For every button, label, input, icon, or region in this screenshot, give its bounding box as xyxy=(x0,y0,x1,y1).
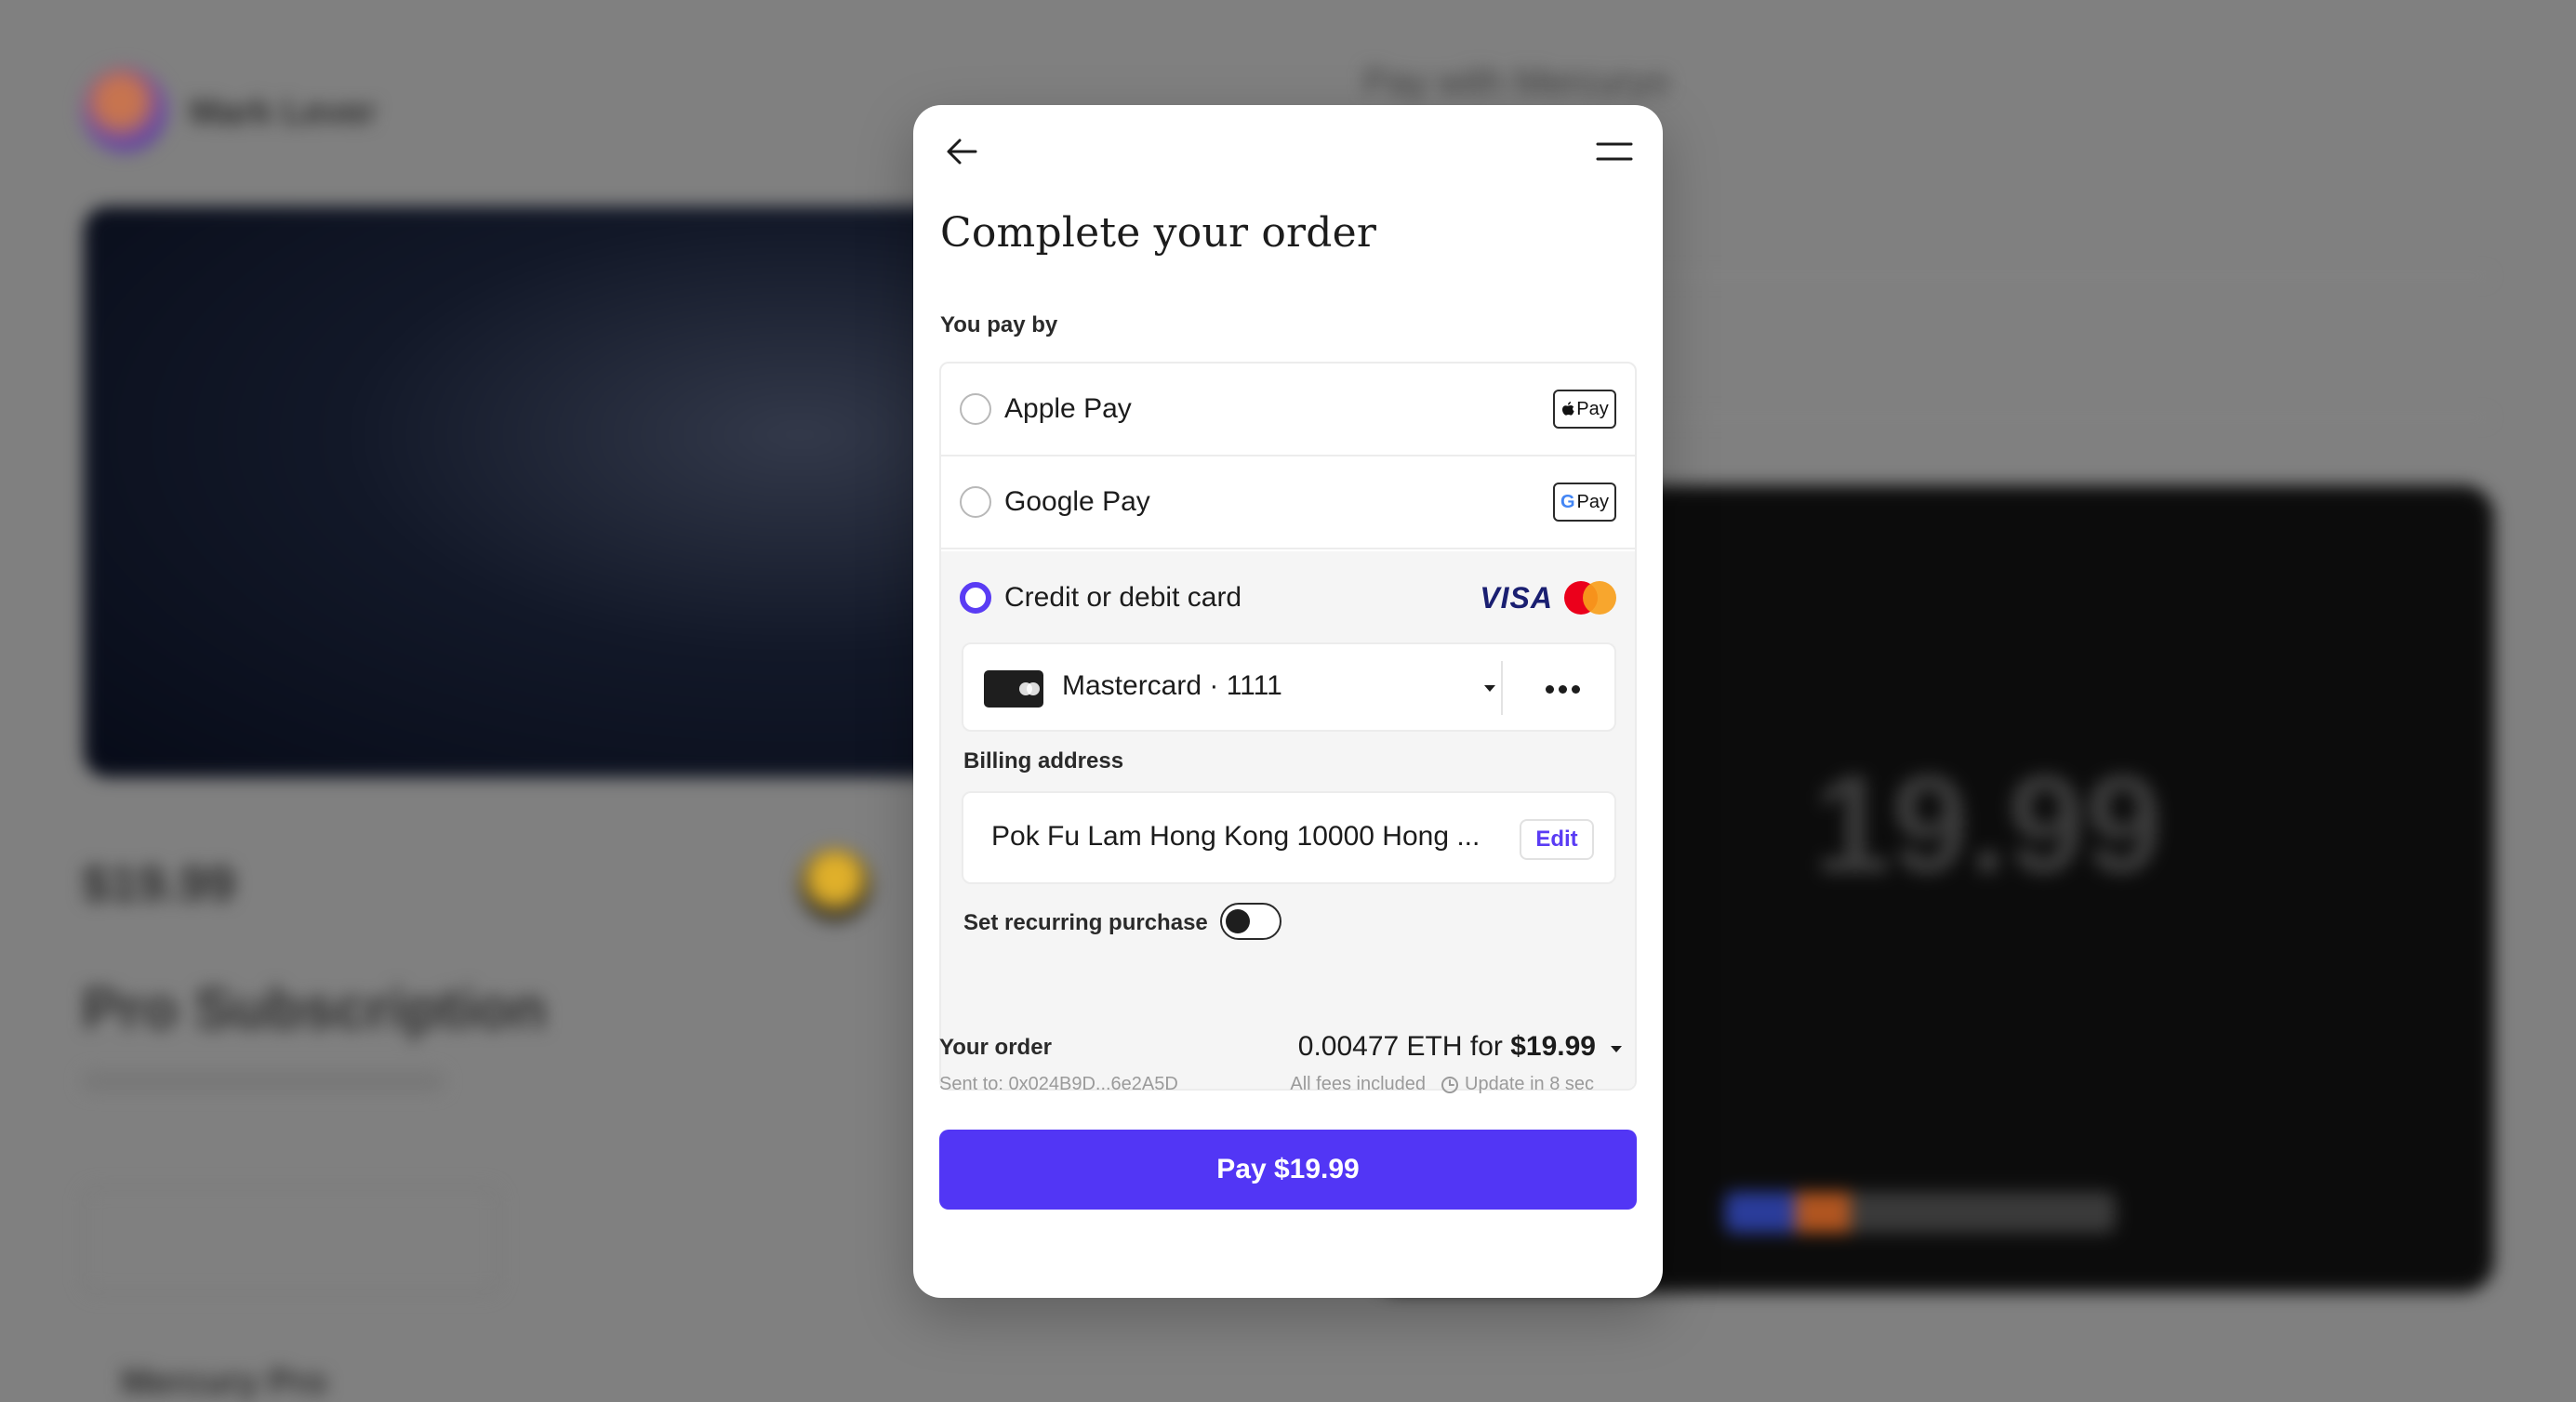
pay-by-label: You pay by xyxy=(940,312,1058,337)
apple-icon xyxy=(1562,402,1574,416)
apple-pay-badge: Pay xyxy=(1553,390,1616,429)
hamburger-icon xyxy=(1596,142,1633,161)
card-section: Credit or debit card VISA Mastercard · 1… xyxy=(941,551,1635,1089)
order-details-toggle[interactable] xyxy=(1603,1037,1629,1063)
saved-card-name: Mastercard · 1111 xyxy=(1062,670,1282,701)
edit-billing-button[interactable]: Edit xyxy=(1520,819,1594,860)
arrow-left-icon xyxy=(947,139,977,165)
back-button[interactable] xyxy=(937,127,986,176)
checkout-modal: Complete your order You pay by Apple Pay… xyxy=(913,105,1663,1298)
method-apple-pay[interactable]: Apple Pay Pay xyxy=(941,364,1635,456)
method-card[interactable]: Credit or debit card VISA xyxy=(941,551,1635,644)
clock-icon xyxy=(1441,1076,1459,1093)
radio-card[interactable] xyxy=(960,582,991,614)
method-google-pay[interactable]: Google Pay G Pay xyxy=(941,456,1635,549)
method-label: Google Pay xyxy=(1004,486,1150,517)
chevron-down-icon[interactable] xyxy=(1477,676,1503,702)
seller-name: Mark Lever xyxy=(190,93,377,132)
billing-address: Pok Fu Lam Hong Kong 10000 Hong ... xyxy=(991,821,1481,852)
divider xyxy=(1501,661,1503,715)
google-icon: G xyxy=(1560,491,1575,512)
sent-to-address: Sent to: 0x024B9D...6e2A5D xyxy=(939,1074,1178,1094)
recurring-toggle[interactable] xyxy=(1220,903,1281,940)
order-label: Your order xyxy=(939,1035,1052,1060)
crypto-amount: 0.00477 ETH for xyxy=(1297,1031,1503,1062)
coin-avatar xyxy=(798,848,872,922)
method-label: Apple Pay xyxy=(1004,393,1132,424)
preview-amount: 19.99 xyxy=(1813,746,2163,902)
visa-logo: VISA xyxy=(1480,580,1553,615)
more-icon xyxy=(1545,684,1554,694)
update-note: Update in 8 sec xyxy=(1465,1074,1594,1094)
method-label: Credit or debit card xyxy=(1004,582,1242,613)
payment-methods: Apple Pay Pay Google Pay G Pay Credit or… xyxy=(939,362,1637,1091)
google-pay-badge: G Pay xyxy=(1553,483,1616,522)
toggle-knob xyxy=(1226,909,1250,933)
billing-label: Billing address xyxy=(963,748,1124,774)
more-options-button[interactable] xyxy=(1525,665,1600,713)
footer-text: Mercury Pro xyxy=(121,1363,327,1402)
card-icon xyxy=(984,670,1043,708)
radio-google-pay[interactable] xyxy=(960,486,991,518)
fees-line: All fees included Update in 8 sec xyxy=(1290,1074,1594,1095)
product-subtitle-placeholder xyxy=(82,1071,445,1091)
recurring-label: Set recurring purchase xyxy=(963,910,1208,935)
saved-card-select[interactable]: Mastercard · 1111 xyxy=(962,642,1616,732)
order-amount: 0.00477 ETH for $19.99 xyxy=(1298,1031,1596,1063)
chevron-down-icon xyxy=(1611,1046,1622,1052)
billing-address-box: Pok Fu Lam Hong Kong 10000 Hong ... Edit xyxy=(962,791,1616,884)
radio-apple-pay[interactable] xyxy=(960,393,991,425)
product-price: $19.99 xyxy=(82,856,236,912)
right-heading: Pay with Mercuryo xyxy=(1363,61,1669,102)
product-title: Pro Subscription xyxy=(82,977,547,1041)
seller-avatar xyxy=(82,67,167,152)
mastercard-logo xyxy=(1564,581,1616,615)
menu-button[interactable] xyxy=(1590,127,1639,176)
badge-text: Pay xyxy=(1576,398,1609,419)
modal-title: Complete your order xyxy=(940,209,1377,257)
fees-note: All fees included xyxy=(1290,1074,1427,1094)
fiat-amount: $19.99 xyxy=(1510,1031,1596,1062)
payment-logos-strip xyxy=(1725,1192,2116,1233)
pay-button[interactable]: Pay $19.99 xyxy=(939,1130,1637,1210)
background-box xyxy=(82,1186,500,1294)
badge-text: Pay xyxy=(1576,491,1610,512)
